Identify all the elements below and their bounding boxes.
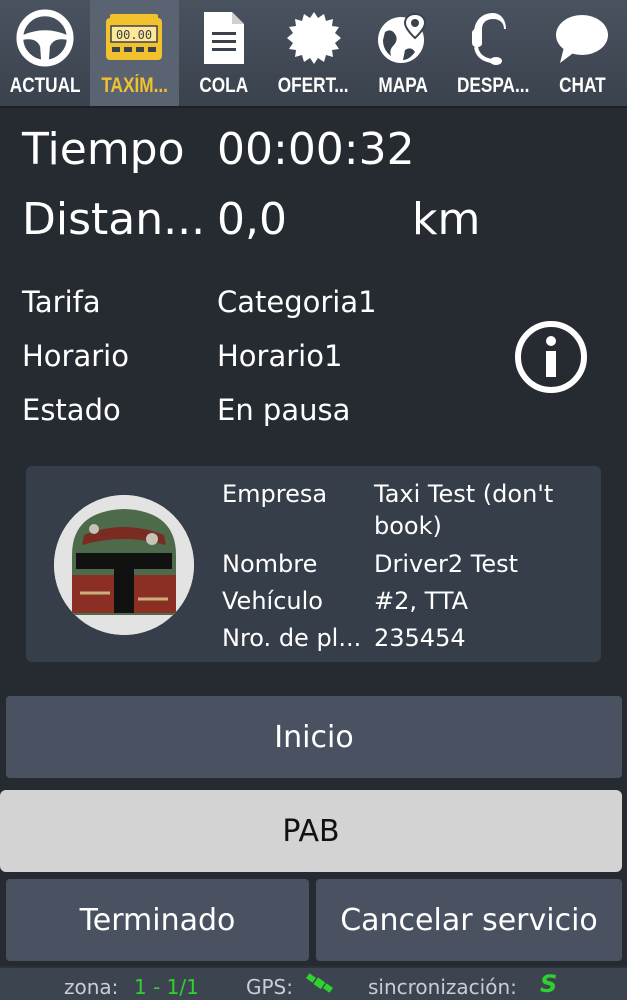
vehiculo-value: #2, TTA [374, 587, 469, 615]
tab-label: MAPA [378, 74, 428, 97]
info-button[interactable] [515, 321, 587, 393]
tab-chat[interactable]: CHAT [537, 0, 627, 106]
driver-card: Empresa Taxi Test (don't book) Nombre Dr… [26, 466, 601, 662]
nombre-label: Nombre [222, 550, 318, 578]
driver-avatar [54, 495, 194, 635]
globe-pin-icon [373, 8, 433, 68]
estado-value: En pausa [217, 393, 351, 427]
taximeter-display: 00.00 [116, 28, 152, 42]
info-icon [546, 336, 556, 377]
tab-label: COLA [199, 74, 249, 97]
horario-value: Horario1 [217, 339, 343, 373]
cancelar-servicio-button[interactable]: Cancelar servicio [316, 879, 622, 961]
tab-label: OFERT... [278, 74, 349, 97]
tarifa-value: Categoria1 [217, 285, 377, 319]
tarifa-label: Tarifa [22, 285, 101, 319]
document-icon [194, 8, 254, 68]
tab-label: CHAT [558, 74, 606, 97]
steering-wheel-icon [15, 8, 75, 68]
pab-button[interactable]: PAB [0, 790, 622, 872]
time-value: 00:00:32 [217, 124, 415, 175]
tab-label: DESPA... [456, 74, 529, 97]
placa-value: 235454 [374, 624, 466, 652]
placa-label: Nro. de pl... [222, 624, 362, 652]
tab-actual[interactable]: ACTUAL [0, 0, 90, 106]
tab-mapa[interactable]: MAPA [358, 0, 448, 106]
headset-icon [463, 8, 523, 68]
distance-unit: km [412, 194, 481, 245]
terminado-button[interactable]: Terminado [6, 879, 309, 961]
sync-label: sincronización: [368, 975, 517, 999]
satellite-icon [305, 971, 335, 1000]
sync-status: S [540, 970, 558, 998]
empresa-value: Taxi Test (don't book) [374, 480, 554, 540]
estado-row: Estado En pausa [22, 393, 502, 433]
tab-ofertas[interactable]: OFERT... [269, 0, 359, 106]
empresa-label: Empresa [222, 480, 328, 508]
distance-value: 0,0 [217, 194, 287, 245]
gps-label: GPS: [246, 975, 293, 999]
time-row: Tiempo 00:00:32 [22, 124, 582, 178]
vehiculo-label: Vehículo [222, 587, 323, 615]
chat-bubble-icon [552, 8, 612, 68]
horario-label: Horario [22, 339, 129, 373]
tab-despacho[interactable]: DESPA... [448, 0, 538, 106]
zona-label: zona: [64, 975, 119, 999]
time-label: Tiempo [22, 124, 185, 175]
tab-taximetro[interactable]: 00.00 TAXÍM... [89, 0, 180, 106]
tarifa-row: Tarifa Categoria1 [22, 285, 502, 325]
estado-label: Estado [22, 393, 121, 427]
horario-row: Horario Horario1 [22, 339, 502, 379]
top-tab-bar: ACTUAL 00.00 TAXÍM... COLA OFERT... MAPA… [0, 0, 627, 108]
tab-cola[interactable]: COLA [179, 0, 269, 106]
inicio-button[interactable]: Inicio [6, 696, 622, 778]
taximeter-icon: 00.00 [104, 8, 164, 68]
distance-row: Distan... 0,0 km [22, 194, 582, 248]
status-bar: zona: 1 - 1/1 GPS: sincronización: S [0, 966, 627, 1000]
tab-label: ACTUAL [9, 74, 81, 97]
zona-value: 1 - 1/1 [134, 975, 199, 999]
distance-label: Distan... [22, 194, 206, 245]
badge-icon [284, 8, 344, 68]
tab-label: TAXÍM... [101, 74, 168, 97]
nombre-value: Driver2 Test [374, 550, 519, 578]
